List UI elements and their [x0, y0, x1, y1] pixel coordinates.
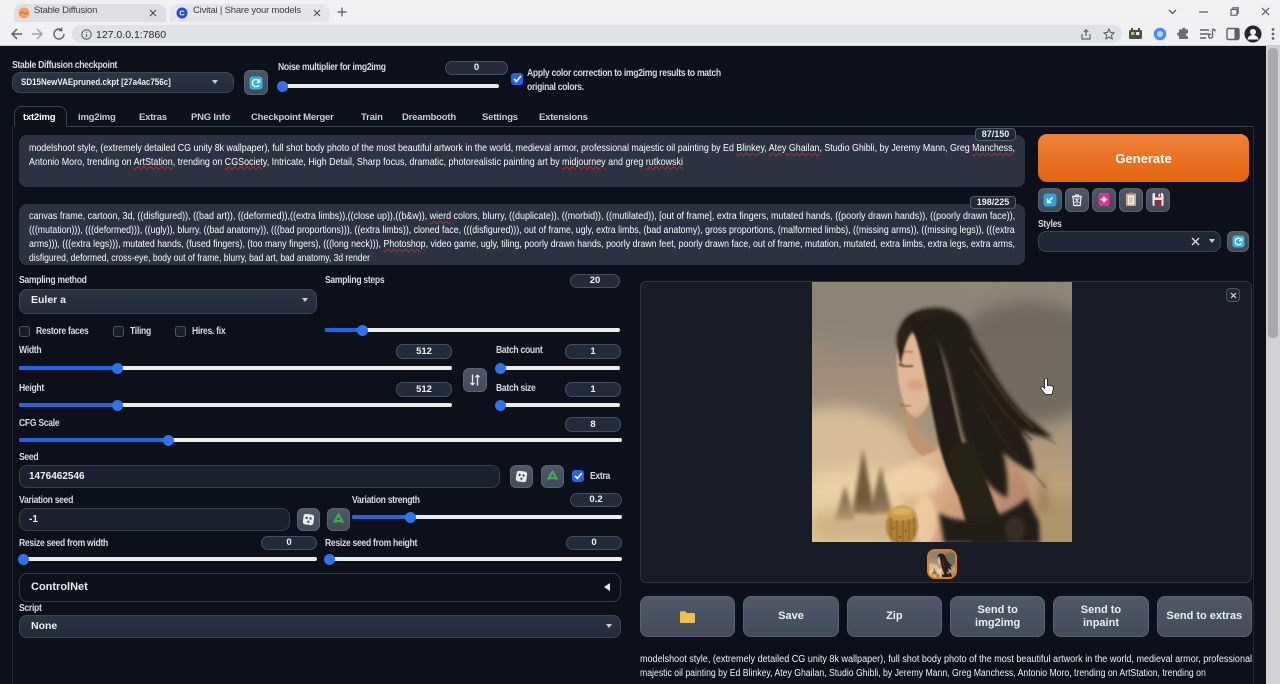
svg-text:C: C — [179, 9, 185, 18]
